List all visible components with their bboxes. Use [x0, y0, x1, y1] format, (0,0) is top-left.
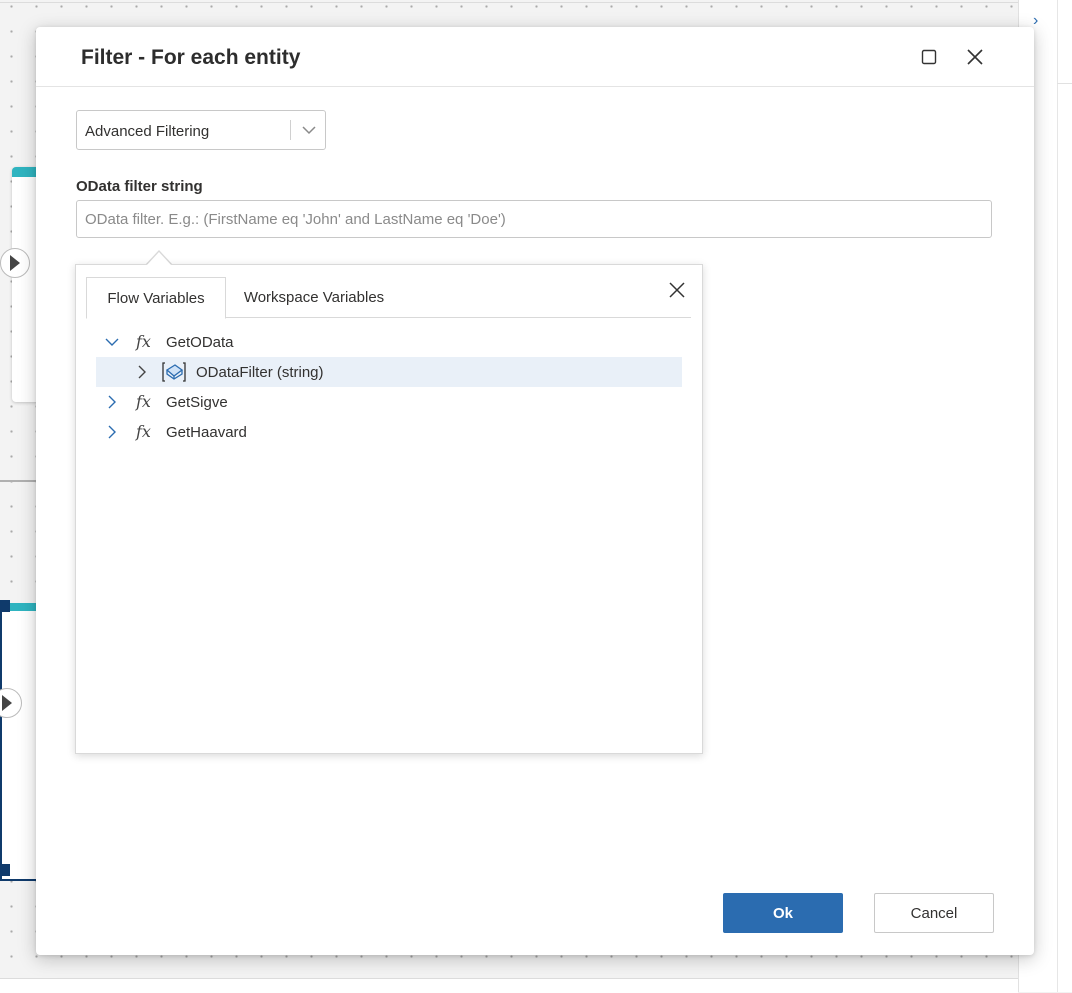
- filter-mode-value: Advanced Filtering: [85, 123, 210, 140]
- resize-handle[interactable]: [0, 600, 10, 612]
- background-divider: [0, 480, 40, 482]
- tree-node-label: ODataFilter (string): [196, 364, 324, 381]
- tree-node-getodata[interactable]: fx GetOData: [96, 327, 682, 357]
- filter-mode-dropdown[interactable]: Advanced Filtering: [76, 110, 326, 150]
- panel-divider-horizontal: [1057, 83, 1072, 84]
- tree-node-label: GetHaavard: [166, 424, 247, 441]
- resize-handle[interactable]: [0, 864, 10, 876]
- play-icon[interactable]: [0, 248, 30, 278]
- tree-node-gethaavard[interactable]: fx GetHaavard: [96, 417, 682, 447]
- tab-workspace-variables[interactable]: Workspace Variables: [236, 277, 392, 317]
- variables-tabs: Flow Variables Workspace Variables: [86, 277, 691, 319]
- odata-filter-label: OData filter string: [76, 178, 203, 195]
- string-variable-icon: [162, 361, 186, 383]
- canvas-top-border: [0, 2, 1018, 3]
- chevron-down-icon[interactable]: [298, 120, 320, 140]
- filter-dialog: Filter - For each entity Advanced Filter…: [36, 27, 1034, 955]
- dropdown-separator: [290, 120, 291, 140]
- odata-filter-input[interactable]: [76, 200, 992, 238]
- tree-node-label: GetOData: [166, 334, 234, 351]
- fx-icon: fx: [136, 392, 151, 411]
- canvas-bottom-strip: [0, 978, 1018, 993]
- chevron-down-icon[interactable]: [104, 334, 120, 350]
- variables-popup: Flow Variables Workspace Variables fx Ge…: [75, 264, 703, 754]
- tree-node-odatafilter[interactable]: ODataFilter (string): [96, 357, 682, 387]
- close-icon[interactable]: [662, 275, 692, 305]
- ok-button[interactable]: Ok: [723, 893, 843, 933]
- tree-node-label: GetSigve: [166, 394, 228, 411]
- chevron-right-icon[interactable]: [104, 394, 120, 410]
- panel-divider: [1057, 0, 1058, 992]
- popup-pointer-fill: [146, 252, 172, 266]
- dialog-header: Filter - For each entity: [36, 27, 1034, 87]
- close-icon[interactable]: [960, 42, 990, 72]
- dialog-title: Filter - For each entity: [81, 46, 301, 69]
- cancel-button[interactable]: Cancel: [874, 893, 994, 933]
- maximize-icon[interactable]: [914, 42, 944, 72]
- chevron-right-icon[interactable]: [104, 424, 120, 440]
- tab-flow-variables[interactable]: Flow Variables: [86, 277, 226, 319]
- chevron-right-icon[interactable]: [134, 364, 150, 380]
- tree-node-getsigve[interactable]: fx GetSigve: [96, 387, 682, 417]
- fx-icon: fx: [136, 332, 151, 351]
- fx-icon: fx: [136, 422, 151, 441]
